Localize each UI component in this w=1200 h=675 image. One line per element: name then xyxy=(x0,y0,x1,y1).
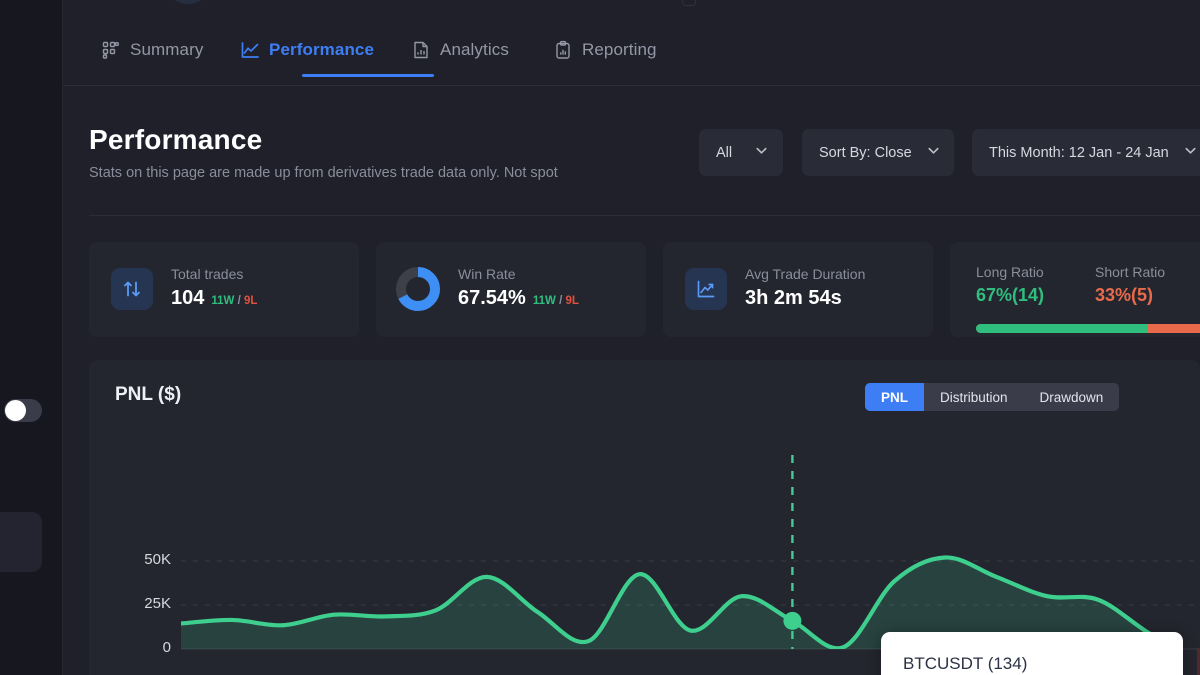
tab-bar-divider xyxy=(63,85,1200,86)
tab-label: Summary xyxy=(130,40,204,59)
tab-label: Performance xyxy=(269,40,375,59)
stat-value-row: 104 11W / 9L xyxy=(171,287,257,310)
tooltip-title: BTCUSDT (134) xyxy=(903,654,1028,673)
stat-value-row: 67.54% 11W / 9L xyxy=(458,287,579,310)
pnl-chart-panel: PNL ($) PNL Distribution Drawdown Coin M… xyxy=(89,360,1200,675)
chevron-down-icon xyxy=(926,143,941,162)
stat-value: 67.54% xyxy=(458,287,526,309)
y-axis-tick-label: 50K xyxy=(144,551,171,568)
filter-all-dropdown[interactable]: All xyxy=(699,129,783,176)
wl-separator: / xyxy=(559,295,563,307)
stat-label: Avg Trade Duration xyxy=(745,266,866,282)
dropdown-label: This Month: 12 Jan - 24 Jan xyxy=(989,144,1169,161)
stat-value: 3h 2m 54s xyxy=(745,287,842,309)
long-ratio-label: Long Ratio xyxy=(976,264,1044,280)
document-chart-icon xyxy=(411,40,431,60)
stat-card-avg-duration: Avg Trade Duration 3h 2m 54s xyxy=(663,242,933,337)
stat-body: Total trades 104 11W / 9L xyxy=(171,266,257,310)
clipboard-chart-icon xyxy=(553,40,573,60)
main-content: Summary Performance Analytics Reporting … xyxy=(63,0,1200,675)
stat-label: Win Rate xyxy=(458,266,516,282)
chart-title: PNL ($) xyxy=(115,384,182,405)
losses-count: 9L xyxy=(565,295,579,307)
left-sidebar xyxy=(0,0,63,675)
stat-body: Win Rate 67.54% 11W / 9L xyxy=(458,266,579,310)
ratio-bar-long-segment xyxy=(976,324,1147,333)
win-loss-badge: 11W / 9L xyxy=(211,295,257,307)
page-subtitle: Stats on this page are made up from deri… xyxy=(89,165,558,181)
chart-mode-segmented-control: PNL Distribution Drawdown xyxy=(865,383,1120,411)
short-ratio-label: Short Ratio xyxy=(1095,264,1166,280)
dropdown-label: Sort By: Close xyxy=(819,144,912,161)
line-chart-icon xyxy=(240,40,260,60)
chevron-down-icon xyxy=(1183,143,1198,162)
tab-bar: Summary Performance Analytics Reporting xyxy=(63,0,1200,86)
stat-body: Avg Trade Duration 3h 2m 54s xyxy=(745,266,865,310)
chart-mode-distribution[interactable]: Distribution xyxy=(924,383,1024,411)
chevron-down-icon xyxy=(754,143,769,162)
y-axis-tick-label: 0 xyxy=(162,639,171,656)
chart-mode-pnl[interactable]: PNL xyxy=(865,383,924,411)
tab-performance[interactable]: Performance xyxy=(240,30,374,70)
stat-card-win-rate: Win Rate 67.54% 11W / 9L xyxy=(376,242,646,337)
losses-count: 9L xyxy=(244,295,258,307)
stat-card-total-trades: Total trades 104 11W / 9L xyxy=(89,242,359,337)
long-ratio-block: Long Ratio 67%(14) xyxy=(976,264,1044,306)
stat-card-long-short-ratio: Long Ratio 67%(14) Short Ratio 33%(5) xyxy=(950,242,1200,337)
wins-count: 11W xyxy=(211,295,235,307)
wl-separator: / xyxy=(237,295,241,307)
tab-label: Reporting xyxy=(582,40,657,59)
stat-value-row: 3h 2m 54s xyxy=(745,287,865,310)
tab-label: Analytics xyxy=(440,40,509,59)
page-title: Performance xyxy=(89,124,263,155)
sidebar-collapse-toggle[interactable] xyxy=(4,399,42,422)
trend-up-chart-icon xyxy=(685,268,727,310)
app-root: Summary Performance Analytics Reporting … xyxy=(0,0,1200,675)
win-loss-badge: 11W / 9L xyxy=(533,295,579,307)
tab-summary[interactable]: Summary xyxy=(101,30,203,70)
donut-chart-icon xyxy=(394,265,442,313)
grid-icon xyxy=(101,40,121,60)
short-ratio-value: 33%(5) xyxy=(1095,285,1154,305)
y-axis-tick-label: 25K xyxy=(144,595,171,612)
stat-value: 104 xyxy=(171,287,205,309)
chart-mode-drawdown[interactable]: Drawdown xyxy=(1024,383,1120,411)
up-down-arrows-icon xyxy=(111,268,153,310)
long-short-ratio-bar xyxy=(976,324,1200,333)
dropdown-label: All xyxy=(716,144,733,161)
toggle-knob xyxy=(5,400,26,421)
sidebar-card[interactable] xyxy=(0,512,42,572)
header-divider xyxy=(89,215,1200,216)
sort-by-dropdown[interactable]: Sort By: Close xyxy=(802,129,954,176)
date-range-dropdown[interactable]: This Month: 12 Jan - 24 Jan xyxy=(972,129,1200,176)
active-tab-indicator xyxy=(302,74,434,77)
chart-tooltip: BTCUSDT (134) xyxy=(881,632,1183,675)
tab-reporting[interactable]: Reporting xyxy=(553,30,657,70)
long-ratio-value: 67%(14) xyxy=(976,285,1045,305)
short-ratio-block: Short Ratio 33%(5) xyxy=(1095,264,1165,306)
stat-label: Total trades xyxy=(171,266,244,282)
wins-count: 11W xyxy=(532,295,556,307)
tab-analytics[interactable]: Analytics xyxy=(411,30,509,70)
